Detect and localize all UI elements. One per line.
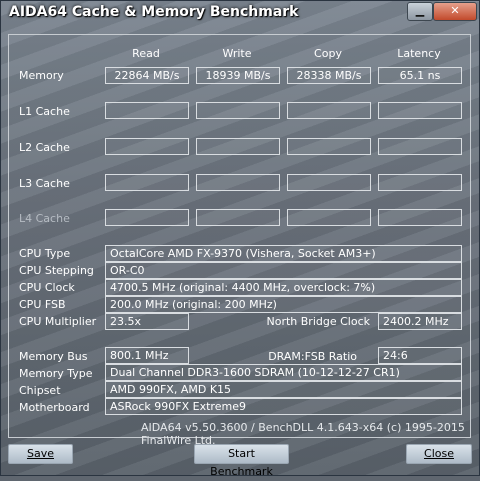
l1-copy-value xyxy=(287,102,371,119)
cpu-clock-value: 4700.5 MHz (original: 4400 MHz, overcloc… xyxy=(105,279,462,296)
north-bridge-clock-label: North Bridge Clock xyxy=(266,315,370,328)
memory-type-label: Memory Type xyxy=(19,367,93,380)
motherboard-label: Motherboard xyxy=(19,401,90,414)
title-bar: AIDA64 Cache & Memory Benchmark ▁ ✕ xyxy=(1,1,479,25)
column-header-copy: Copy xyxy=(314,47,342,60)
cpu-fsb-value: 200.0 MHz (original: 200 MHz) xyxy=(105,296,462,313)
memory-write-value: 18939 MB/s xyxy=(196,67,280,84)
cpu-type-label: CPU Type xyxy=(19,247,71,260)
l4-copy-value xyxy=(287,209,371,226)
memory-bus-label: Memory Bus xyxy=(19,350,88,363)
cpu-type-value: OctalCore AMD FX-9370 (Vishera, Socket A… xyxy=(105,245,462,262)
l2-latency-value xyxy=(378,138,462,155)
l2-write-value xyxy=(196,138,280,155)
chipset-label: Chipset xyxy=(19,384,61,397)
cpu-fsb-label: CPU FSB xyxy=(19,298,66,311)
l1-write-value xyxy=(196,102,280,119)
memory-bus-value: 800.1 MHz xyxy=(105,347,189,364)
l2-read-value xyxy=(105,138,189,155)
row-label-l4-cache: L4 Cache xyxy=(19,212,70,225)
row-label-l2-cache: L2 Cache xyxy=(19,141,70,154)
start-benchmark-button[interactable]: Start Benchmark xyxy=(194,444,289,478)
column-header-latency: Latency xyxy=(397,47,441,60)
l4-read-value xyxy=(105,209,189,226)
l4-latency-value xyxy=(378,209,462,226)
window-title: AIDA64 Cache & Memory Benchmark xyxy=(9,4,299,20)
cpu-multiplier-value: 23.5x xyxy=(105,313,189,330)
memory-read-value: 22864 MB/s xyxy=(105,67,189,84)
column-header-write: Write xyxy=(222,47,252,60)
memory-copy-value: 28338 MB/s xyxy=(287,67,371,84)
memory-latency-value: 65.1 ns xyxy=(378,67,462,84)
cpu-stepping-label: CPU Stepping xyxy=(19,264,94,277)
l1-latency-value xyxy=(378,102,462,119)
l3-latency-value xyxy=(378,174,462,191)
l2-copy-value xyxy=(287,138,371,155)
l1-read-value xyxy=(105,102,189,119)
row-label-l1-cache: L1 Cache xyxy=(19,105,70,118)
column-header-read: Read xyxy=(132,47,160,60)
close-button[interactable]: Close xyxy=(406,444,472,464)
dram-fsb-ratio-label: DRAM:FSB Ratio xyxy=(268,350,357,363)
l3-read-value xyxy=(105,174,189,191)
motherboard-value: ASRock 990FX Extreme9 xyxy=(105,398,462,415)
row-label-memory: Memory xyxy=(19,69,64,82)
cpu-clock-label: CPU Clock xyxy=(19,281,75,294)
memory-type-value: Dual Channel DDR3-1600 SDRAM (10-12-12-2… xyxy=(105,364,462,381)
dram-fsb-ratio-value: 24:6 xyxy=(378,347,462,364)
cpu-stepping-value: OR-C0 xyxy=(105,262,462,279)
close-icon[interactable]: ✕ xyxy=(433,2,477,21)
l3-copy-value xyxy=(287,174,371,191)
north-bridge-clock-value: 2400.2 MHz xyxy=(378,313,462,330)
l4-write-value xyxy=(196,209,280,226)
row-label-l3-cache: L3 Cache xyxy=(19,177,70,190)
minimize-icon[interactable]: ▁ xyxy=(407,2,433,21)
l3-write-value xyxy=(196,174,280,191)
benchmark-window: AIDA64 Cache & Memory Benchmark ▁ ✕ Read… xyxy=(0,0,480,478)
save-button[interactable]: Save xyxy=(8,444,73,464)
chipset-value: AMD 990FX, AMD K15 xyxy=(105,381,462,398)
cpu-multiplier-label: CPU Multiplier xyxy=(19,315,97,328)
